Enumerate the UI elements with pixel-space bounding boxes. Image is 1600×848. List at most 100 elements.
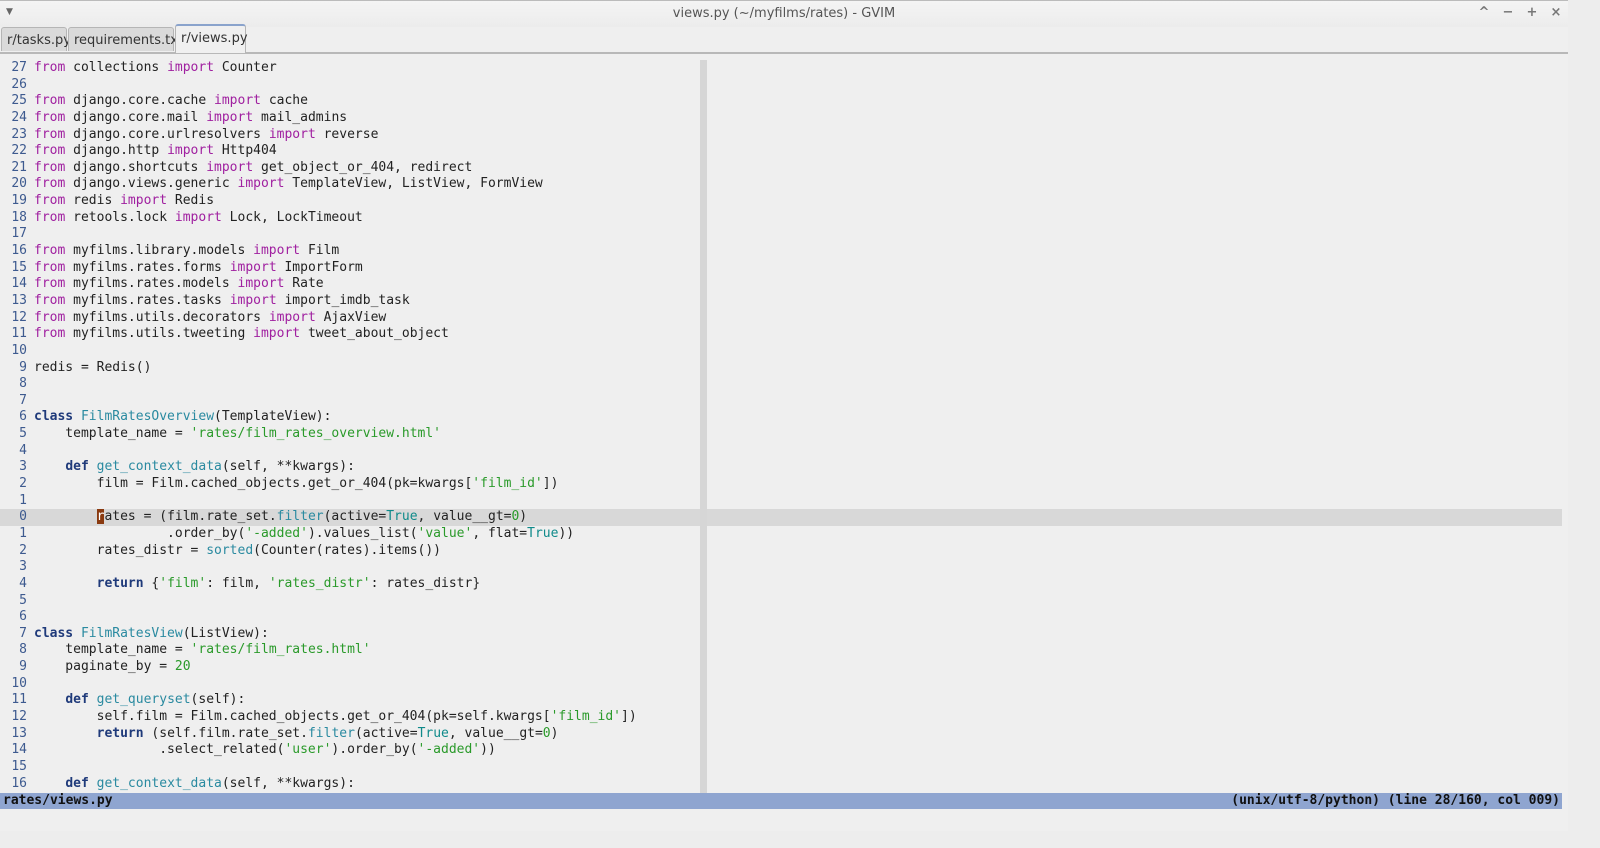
code-line[interactable]: 6 <box>0 609 700 626</box>
code-text: ates = (film.rate_set. <box>104 509 277 525</box>
code-text: { <box>143 575 160 591</box>
code-line[interactable]: 4 <box>0 443 700 460</box>
line-number: 16 <box>11 243 27 259</box>
code-line[interactable]: 15 <box>0 759 700 776</box>
code-line[interactable]: 5 template_name = 'rates/film_rates_over… <box>0 426 700 443</box>
code-line[interactable]: 23 from django.core.urlresolvers import r… <box>0 127 700 144</box>
code-line[interactable]: 15 from myfilms.rates.forms import Import… <box>0 260 700 277</box>
code-line[interactable]: 11 def get_queryset(self): <box>0 692 700 709</box>
code-text: cache <box>261 93 308 109</box>
code-text: import_imdb_task <box>276 292 410 308</box>
line-number: 26 <box>11 76 27 92</box>
line-number: 12 <box>11 708 27 724</box>
line-number: 14 <box>11 276 27 292</box>
line-number: 16 <box>11 775 27 791</box>
function-name: FilmRatesOverview <box>80 409 215 425</box>
line-number: 15 <box>11 758 27 774</box>
empty-right-pane[interactable] <box>707 60 1562 793</box>
code-line[interactable]: 6 class FilmRatesOverview(TemplateView): <box>0 409 700 426</box>
editor-area[interactable]: 27 from collections import Counter 26 25 fro… <box>0 60 1562 793</box>
line-number: 5 <box>19 592 27 608</box>
code-line[interactable]: 7 <box>0 393 700 410</box>
string-literal: 'film_id' <box>550 708 622 724</box>
code-line[interactable]: 2 rates_distr = sorted(Counter(rates).it… <box>0 543 700 560</box>
code-line[interactable]: 18 from retools.lock import Lock, LockTim… <box>0 210 700 227</box>
function-name: sorted <box>206 542 254 558</box>
code-line[interactable]: 16 from myfilms.library.models import Fil… <box>0 243 700 260</box>
code-line[interactable]: 10 <box>0 676 700 693</box>
keyword: from <box>34 60 66 75</box>
code-line[interactable]: 13 return (self.film.rate_set.filter(act… <box>0 726 700 743</box>
tab-views[interactable]: r/views.py <box>175 24 248 53</box>
line-number: 13 <box>11 292 27 308</box>
code-line[interactable]: 7 class FilmRatesView(ListView): <box>0 626 700 643</box>
tab-requirements[interactable]: requirements.txt <box>68 27 183 51</box>
code-text: Http404 <box>214 143 277 159</box>
code-line[interactable]: 21 from django.shortcuts import get_objec… <box>0 160 700 177</box>
keyword: import <box>174 209 222 225</box>
code-line[interactable]: 17 <box>0 226 700 243</box>
code-line[interactable]: 20 from django.views.generic import Templ… <box>0 176 700 193</box>
code-line[interactable]: 1 <box>0 493 700 510</box>
code-text: redis <box>65 193 121 209</box>
keyword: import <box>237 276 285 292</box>
code-line[interactable]: 8 <box>0 376 700 393</box>
keyword: import <box>206 159 254 175</box>
maximize-button[interactable]: + <box>1526 5 1538 20</box>
constant: True <box>386 509 418 525</box>
code-line[interactable]: 3 def get_context_data(self, **kwargs): <box>0 459 700 476</box>
keyword: from <box>34 276 66 292</box>
line-number: 0 <box>19 509 27 525</box>
code-line[interactable]: 13 from myfilms.rates.tasks import import… <box>0 293 700 310</box>
keyword: from <box>34 209 66 225</box>
code-line[interactable]: 27 from collections import Counter <box>0 60 700 77</box>
code-text: TemplateView, ListView, FormView <box>284 176 543 192</box>
code-line[interactable]: 12 self.film = Film.cached_objects.get_o… <box>0 709 700 726</box>
code-text: Lock, LockTimeout <box>221 209 363 225</box>
vertical-split-separator[interactable] <box>700 60 707 793</box>
code-line[interactable]: 9 redis = Redis() <box>0 360 700 377</box>
shade-button[interactable]: ^ <box>1478 5 1490 20</box>
code-line[interactable]: 10 <box>0 343 700 360</box>
code-line[interactable]: 11 from myfilms.utils.tweeting import twe… <box>0 326 700 343</box>
code-line[interactable]: 9 paginate_by = 20 <box>0 659 700 676</box>
code-text: (active= <box>354 725 418 741</box>
line-number: 18 <box>11 209 27 225</box>
line-number: 25 <box>11 93 27 109</box>
string-literal: 'rates/film_rates.html' <box>190 642 371 658</box>
line-number: 21 <box>11 159 27 175</box>
code-line[interactable]: 12 from myfilms.utils.decorators import A… <box>0 310 700 327</box>
tab-tasks[interactable]: r/tasks.py <box>1 27 71 51</box>
command-line[interactable] <box>0 809 1568 831</box>
keyword: from <box>34 309 66 325</box>
code-line[interactable]: 25 from django.core.cache import cache <box>0 93 700 110</box>
function-name: get_context_data <box>96 459 222 475</box>
code-line[interactable]: 16 def get_context_data(self, **kwargs): <box>0 776 700 793</box>
code-line[interactable]: 4 return {'film': film, 'rates_distr': r… <box>0 576 700 593</box>
code-line[interactable]: 22 from django.http import Http404 <box>0 143 700 160</box>
window-title: views.py (~/myfilms/rates) - GVIM <box>672 6 896 21</box>
code-line[interactable]: 1 .order_by('-added').values_list('value… <box>0 526 700 543</box>
code-line[interactable]: 14 .select_related('user').order_by('-ad… <box>0 742 700 759</box>
code-text: template_name = <box>34 426 191 442</box>
code-line[interactable]: 19 from redis import Redis <box>0 193 700 210</box>
close-button[interactable]: × <box>1550 5 1562 20</box>
code-line[interactable]: 24 from django.core.mail import mail_admi… <box>0 110 700 127</box>
code-line[interactable]: 2 film = Film.cached_objects.get_or_404(… <box>0 476 700 493</box>
code-pane[interactable]: 27 from collections import Counter 26 25 fro… <box>0 60 1562 793</box>
line-number: 4 <box>19 575 27 591</box>
minimize-button[interactable]: − <box>1502 5 1514 20</box>
string-literal: 'film' <box>159 575 207 591</box>
code-line[interactable]: 8 template_name = 'rates/film_rates.html… <box>0 642 700 659</box>
code-line[interactable]: 14 from myfilms.rates.models import Rate <box>0 276 700 293</box>
keyword: import <box>268 126 316 142</box>
code-line[interactable]: 5 <box>0 593 700 610</box>
code-line[interactable]: 26 <box>0 77 700 94</box>
string-literal: 'rates/film_rates_overview.html' <box>190 426 441 442</box>
line-number: 7 <box>19 625 27 641</box>
string-literal: '-added' <box>245 525 308 541</box>
code-line[interactable]: 3 <box>0 559 700 576</box>
